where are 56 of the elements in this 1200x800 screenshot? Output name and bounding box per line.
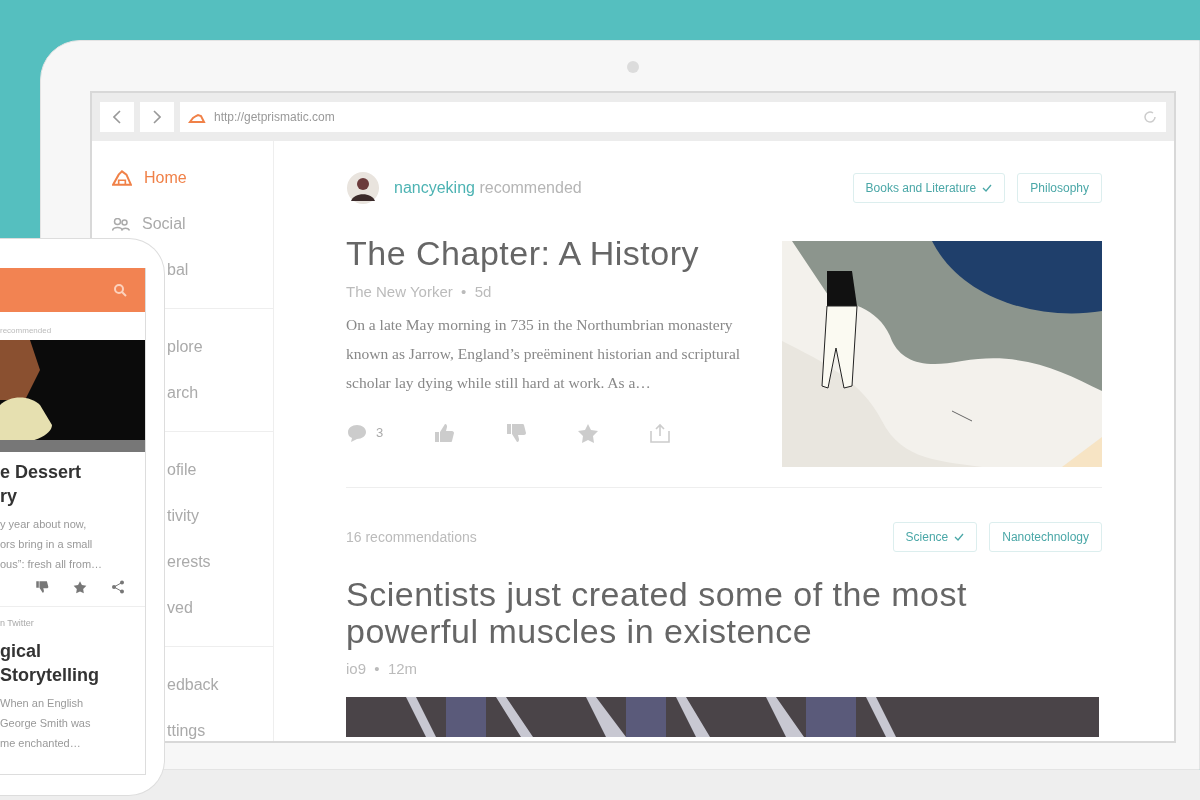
sidebar-item[interactable]: ofile <box>167 458 197 482</box>
sidebar-item[interactable]: plore <box>167 335 203 359</box>
card-title[interactable]: gical <box>0 638 145 663</box>
topic-tag[interactable]: Nanotechnology <box>989 522 1102 552</box>
recommendation-text: recommended <box>0 325 53 337</box>
check-icon <box>954 533 965 541</box>
search-icon[interactable] <box>113 283 127 297</box>
back-button[interactable] <box>100 102 134 132</box>
thumbs-down-icon[interactable] <box>35 580 49 594</box>
share-icon[interactable] <box>111 580 125 594</box>
sidebar-item[interactable]: erests <box>167 550 211 574</box>
sidebar-item[interactable]: edback <box>167 673 219 697</box>
avatar[interactable] <box>346 171 380 205</box>
comment-count: 3 <box>376 423 384 442</box>
article-title[interactable]: The Chapter: A History <box>346 233 766 273</box>
article-source: The New Yorker • 5d <box>346 282 493 302</box>
article-excerpt: On a late May morning in 735 in the Northumbrian monastery known as Jarrow, England’s preëminent historian and scriptural scholar lay dying while still hard at work. As a… <box>346 314 742 393</box>
sidebar-item[interactable]: ved <box>167 596 193 620</box>
sidebar-item[interactable]: Home <box>144 166 187 190</box>
card-excerpt: ous”: fresh all from… <box>0 557 104 572</box>
card-title[interactable]: e Dessert <box>0 460 145 484</box>
sidebar-item[interactable]: bal <box>167 258 189 282</box>
recommendation-count: 16 recommendations <box>346 527 477 547</box>
sidebar-item[interactable]: ttings <box>167 719 206 741</box>
star-icon[interactable] <box>73 580 87 594</box>
forward-icon <box>153 110 161 124</box>
sidebar-item[interactable]: tivity <box>167 504 199 528</box>
user-link[interactable]: nancyeking <box>394 179 475 196</box>
card-title[interactable]: ry <box>0 484 145 508</box>
article-title[interactable]: Scientists just created some of the most powerful muscles in existence <box>346 576 1036 650</box>
card-excerpt: When an English <box>0 695 85 711</box>
topic-tag[interactable]: Science <box>892 522 978 552</box>
thumbs-up-icon[interactable] <box>433 422 456 443</box>
people-icon <box>112 217 130 231</box>
article-source: io9 • 12m <box>346 659 419 679</box>
star-icon[interactable] <box>577 422 600 443</box>
reload-icon[interactable] <box>1142 109 1158 125</box>
address-bar[interactable]: http://getprismatic.com <box>180 102 1166 132</box>
forward-button[interactable] <box>140 102 174 132</box>
check-icon <box>982 184 993 192</box>
topic-tag[interactable]: Books and Literature <box>852 173 1006 203</box>
home-icon <box>112 170 132 186</box>
thumbs-down-icon[interactable] <box>505 422 528 443</box>
url-text: http://getprismatic.com <box>214 109 335 126</box>
topic-tag[interactable]: Philosophy <box>1017 173 1102 203</box>
sidebar-item[interactable]: Social <box>142 212 186 236</box>
card-excerpt: George Smith was <box>0 715 92 731</box>
card-title[interactable]: Storytelling <box>0 662 145 687</box>
sidebar-item[interactable]: arch <box>167 381 199 405</box>
card-excerpt: me enchanted… <box>0 735 82 751</box>
card-source: n Twitter <box>0 617 35 630</box>
back-icon <box>113 110 121 124</box>
recommendation-text: nancyeking recommended <box>394 178 582 198</box>
card-excerpt: ors bring in a small <box>0 537 94 552</box>
comment-icon[interactable] <box>346 422 368 443</box>
card-excerpt: y year about now, <box>0 517 88 532</box>
